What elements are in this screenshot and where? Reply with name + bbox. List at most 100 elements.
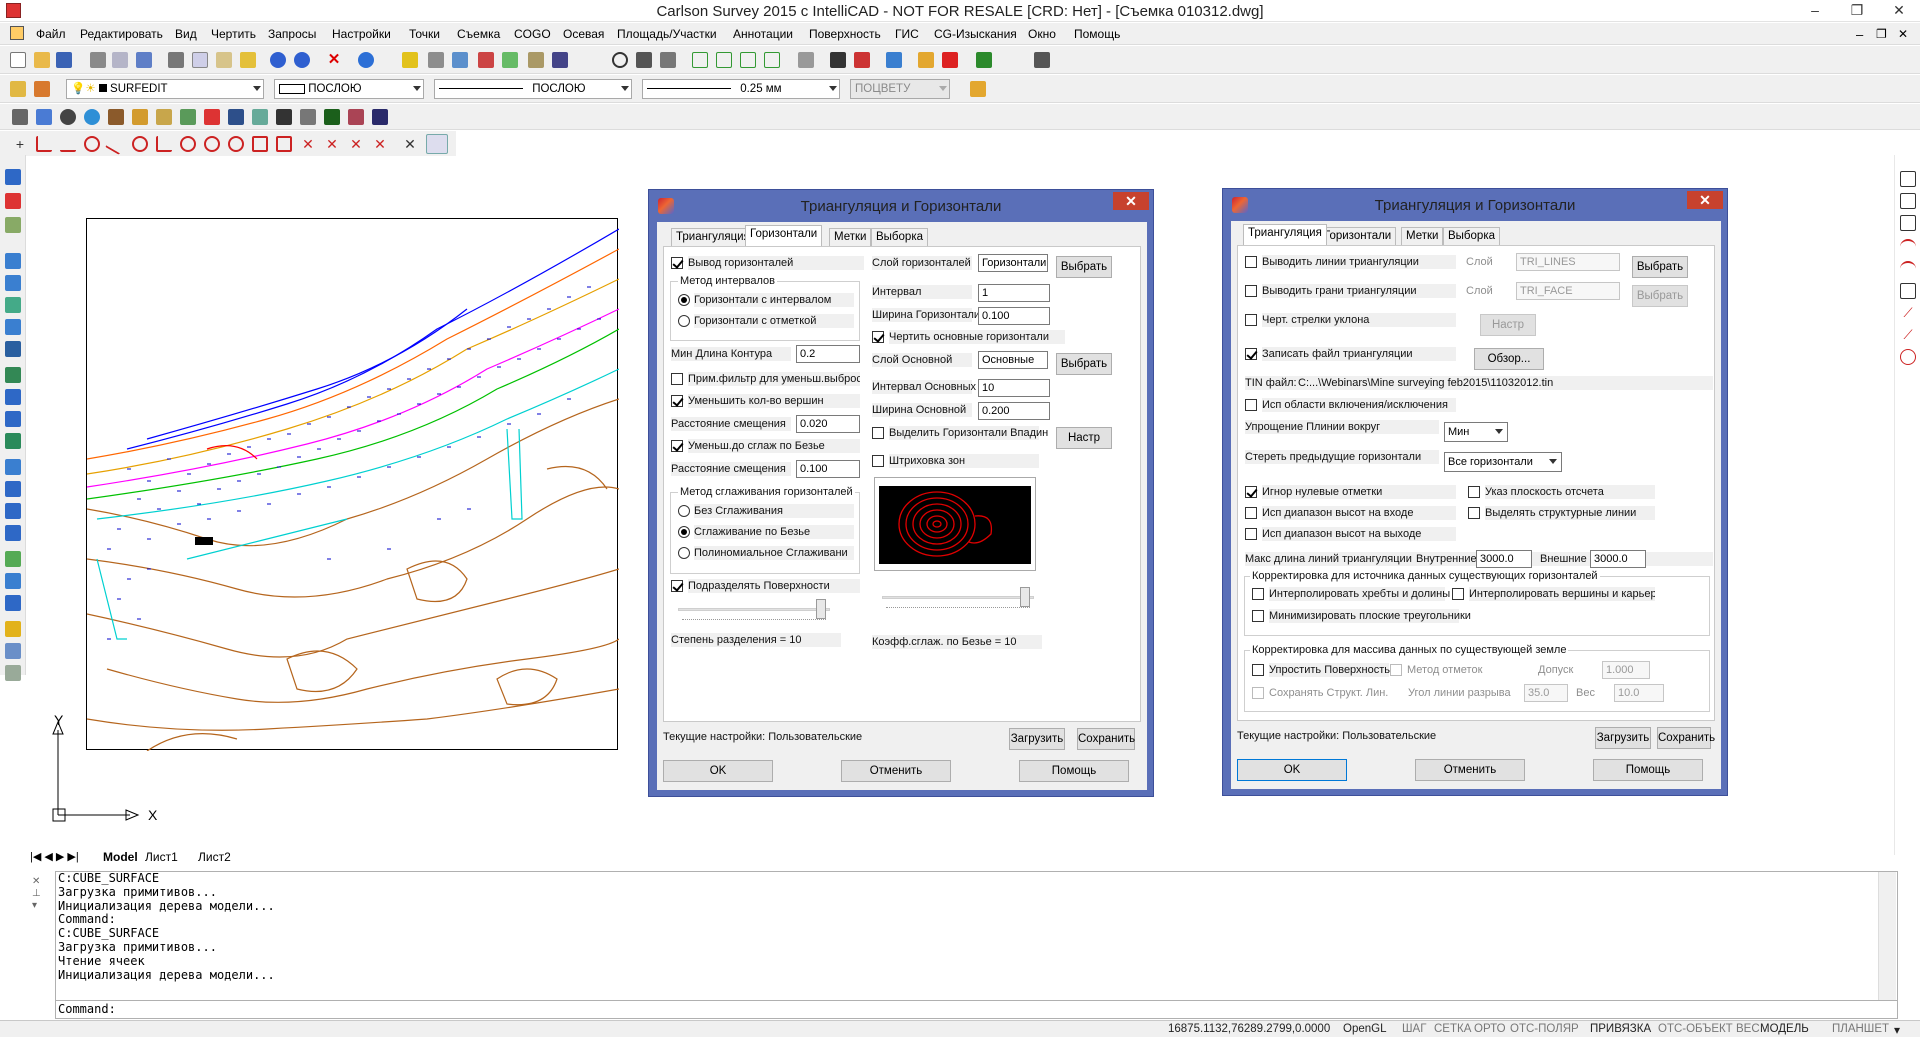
status-otrack[interactable]: ОТС-ОБЪЕКТ <box>1658 1023 1733 1035</box>
layer-off-icon[interactable] <box>942 52 958 68</box>
reduce-vertices-checkbox[interactable] <box>671 395 683 407</box>
toolbar-icon-6[interactable] <box>552 52 568 68</box>
left-tool-17-icon[interactable] <box>5 551 21 567</box>
color-combo[interactable]: ПОСЛОЮ <box>274 79 424 99</box>
toolbar-icon-1[interactable] <box>428 52 444 68</box>
right-tool-6-icon[interactable] <box>1900 283 1916 299</box>
slope-arrows-checkbox[interactable] <box>1245 314 1257 326</box>
zoom-in-icon[interactable] <box>5 253 21 269</box>
left-tool-2-icon[interactable] <box>5 193 21 209</box>
cancel-button[interactable]: Отменить <box>1415 759 1525 781</box>
lineweight-combo[interactable]: 0.25 мм <box>642 79 840 99</box>
outer-field[interactable]: 3000.0 <box>1590 550 1646 568</box>
delete-icon[interactable]: ✕ <box>326 52 342 68</box>
tab-layout2[interactable]: Лист2 <box>198 850 231 864</box>
inner-field[interactable]: 3000.0 <box>1476 550 1532 568</box>
snap-none-icon[interactable]: + <box>12 136 28 152</box>
save-icon[interactable] <box>56 52 72 68</box>
ok-button[interactable]: OK <box>1237 759 1347 781</box>
faces-layer-field[interactable]: TRI_FACE <box>1516 282 1620 300</box>
snap-parallel-icon[interactable]: ✕ <box>372 136 388 152</box>
menu-window[interactable]: Окно <box>1028 27 1056 41</box>
tab-contours[interactable]: Горизонтали <box>1319 227 1397 246</box>
menu-view[interactable]: Вид <box>175 27 197 41</box>
layer-combo[interactable]: 💡☀ SURFEDIT <box>66 79 264 99</box>
weight-field[interactable]: 10.0 <box>1614 684 1664 702</box>
right-tool-7-icon[interactable]: ⟋ <box>1900 305 1916 321</box>
subdivide-checkbox[interactable] <box>671 580 683 592</box>
main-interval-field[interactable]: 10 <box>978 379 1050 397</box>
left-tool-19-icon[interactable] <box>5 595 21 611</box>
snap-midpoint-icon[interactable] <box>60 136 76 152</box>
write-file-checkbox[interactable] <box>1245 348 1257 360</box>
block-icon[interactable] <box>976 52 992 68</box>
tab-selection[interactable]: Выборка <box>871 228 928 247</box>
status-opengl[interactable]: OpenGL <box>1343 1023 1386 1035</box>
tolerance-field[interactable]: 1.000 <box>1602 661 1650 679</box>
tab-labels[interactable]: Метки <box>829 228 872 247</box>
interp-peaks-checkbox[interactable] <box>1452 588 1464 600</box>
snap-tangent-icon[interactable] <box>180 136 196 152</box>
left-tool-20-icon[interactable] <box>5 621 21 637</box>
snap-ext-icon[interactable]: ✕ <box>348 136 364 152</box>
cut-icon[interactable] <box>168 52 184 68</box>
tab-nav-arrows[interactable]: |◀ ◀ ▶ ▶| <box>30 850 79 863</box>
tab-triangulation[interactable]: Триангуляция <box>671 228 755 247</box>
carlson-icon-14[interactable] <box>324 109 340 125</box>
status-tablet[interactable]: ПЛАНШЕТ <box>1832 1023 1889 1035</box>
min-flat-checkbox[interactable] <box>1252 610 1264 622</box>
carlson-icon-15[interactable] <box>348 109 364 125</box>
menu-survey[interactable]: Съемка <box>457 27 500 41</box>
line-tool-icon[interactable] <box>830 52 846 68</box>
hatch-zones-checkbox[interactable] <box>872 455 884 467</box>
status-menu-icon[interactable]: ▾ <box>1894 1023 1900 1037</box>
lines-choose-button[interactable]: Выбрать <box>1632 256 1688 278</box>
new-icon[interactable] <box>10 52 26 68</box>
gear-icon[interactable] <box>1034 52 1050 68</box>
bezier-slider[interactable] <box>882 587 1034 609</box>
left-tool-21-icon[interactable] <box>5 643 21 659</box>
menu-inquiry[interactable]: Запросы <box>268 27 316 41</box>
interp-ridges-checkbox[interactable] <box>1252 588 1264 600</box>
faces-choose-button[interactable]: Выбрать <box>1632 285 1688 307</box>
ignore-zero-checkbox[interactable] <box>1245 486 1257 498</box>
zoom-extents-icon[interactable] <box>5 319 21 335</box>
tab-triangulation[interactable]: Триангуляция <box>1243 224 1327 245</box>
layer-state-icon[interactable] <box>34 81 50 97</box>
right-tool-3-icon[interactable] <box>1900 215 1916 231</box>
doc-minimize-icon[interactable]: – <box>1856 27 1863 42</box>
left-tool-10-icon[interactable] <box>5 389 21 405</box>
carlson-icon-10[interactable] <box>228 109 244 125</box>
view-icon-3[interactable] <box>740 52 756 68</box>
carlson-icon-2[interactable] <box>36 109 52 125</box>
zoom-window-icon[interactable] <box>5 297 21 313</box>
dialog-close-button[interactable]: ✕ <box>1113 192 1149 210</box>
status-lweight[interactable]: ВЕС <box>1736 1023 1760 1035</box>
menu-surface[interactable]: Поверхность <box>809 27 881 41</box>
match-properties-icon[interactable] <box>240 52 256 68</box>
arc-2-icon[interactable] <box>1900 261 1916 277</box>
view-icon-2[interactable] <box>716 52 732 68</box>
snap-intersection-icon[interactable]: ✕ <box>300 136 316 152</box>
properties-icon[interactable] <box>402 52 418 68</box>
plot-icon[interactable] <box>798 52 814 68</box>
open-icon[interactable] <box>34 52 50 68</box>
tab-model[interactable]: Model <box>103 850 138 864</box>
zoom-previous-icon[interactable] <box>5 341 21 357</box>
menu-help[interactable]: Помощь <box>1074 27 1120 41</box>
output-range-checkbox[interactable] <box>1245 528 1257 540</box>
carlson-icon-9[interactable] <box>204 109 220 125</box>
menu-cogo[interactable]: COGO <box>514 27 551 41</box>
document-icon[interactable] <box>10 26 24 40</box>
left-tool-13-icon[interactable] <box>5 459 21 475</box>
menu-gis[interactable]: ГИС <box>895 27 919 41</box>
right-tool-8-icon[interactable]: ⟋ <box>1900 327 1916 343</box>
interval-radio[interactable] <box>678 294 690 306</box>
carlson-icon-6[interactable] <box>132 109 148 125</box>
help-icon[interactable] <box>358 52 374 68</box>
left-tool-15-icon[interactable] <box>5 503 21 519</box>
pan-icon[interactable] <box>636 52 652 68</box>
dialog-close-button[interactable]: ✕ <box>1687 191 1723 209</box>
offset2-field[interactable]: 0.100 <box>796 460 860 478</box>
status-grid[interactable]: СЕТКА <box>1434 1023 1471 1035</box>
